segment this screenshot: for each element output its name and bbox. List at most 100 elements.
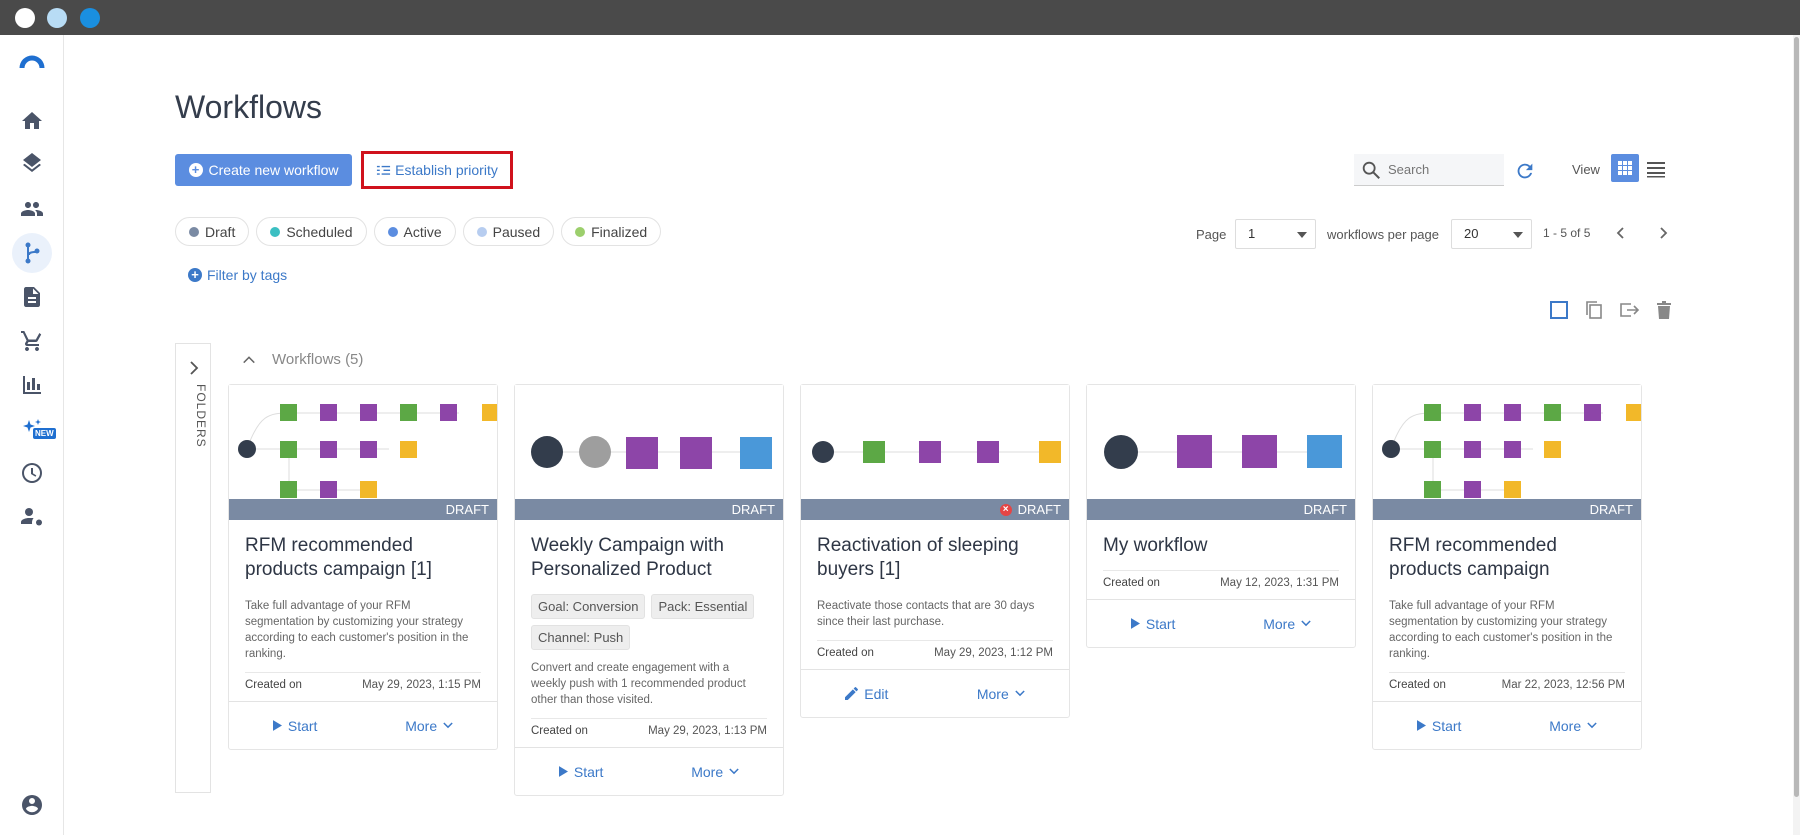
page-select[interactable]: 1	[1235, 219, 1316, 249]
chevron-down-icon	[1015, 690, 1025, 697]
logo-icon[interactable]	[12, 43, 52, 83]
search-input[interactable]	[1388, 162, 1488, 177]
account-icon[interactable]	[12, 785, 52, 825]
filter-draft[interactable]: Draft	[175, 217, 250, 246]
workflow-card[interactable]: DRAFT RFM recommended products campaign …	[228, 384, 498, 750]
page-range: 1 - 5 of 5	[1543, 226, 1591, 240]
tag[interactable]: Goal: Conversion	[531, 594, 646, 619]
folders-panel[interactable]: FOLDERS	[175, 343, 211, 793]
filter-label: Paused	[492, 223, 541, 240]
created-label: Created on	[1103, 577, 1160, 589]
filter-label: Active	[403, 223, 442, 240]
workflow-card[interactable]: DRAFT My workflow Created on May 12, 2023…	[1086, 384, 1356, 648]
establish-priority-label: Establish priority	[395, 162, 498, 178]
page-title: Workflows	[175, 89, 322, 125]
start-button[interactable]: Start	[272, 718, 317, 734]
document-icon[interactable]	[12, 277, 52, 317]
workflow-diagram-image	[238, 404, 497, 498]
created-row: Created on May 29, 2023, 1:15 PM	[245, 672, 481, 701]
card-title[interactable]: RFM recommended products campaign	[1389, 534, 1625, 582]
created-label: Created on	[531, 725, 588, 737]
plus-icon: +	[188, 163, 203, 177]
contacts-icon[interactable]	[12, 189, 52, 229]
more-button[interactable]: More	[1549, 718, 1597, 734]
move-to-folder-icon[interactable]	[1618, 299, 1640, 321]
layers-icon[interactable]	[12, 145, 52, 185]
refresh-icon[interactable]	[1514, 160, 1536, 182]
select-all-checkbox-icon[interactable]	[1548, 299, 1570, 321]
workflow-card[interactable]: × DRAFT Reactivation of sleeping buyers […	[800, 384, 1070, 718]
per-page-label: workflows per page	[1327, 227, 1439, 242]
card-title[interactable]: Reactivation of sleeping buyers [1]	[817, 534, 1053, 582]
workflow-icon[interactable]	[12, 233, 52, 273]
workflow-preview	[1373, 385, 1641, 499]
minimize-window-button[interactable]	[47, 8, 67, 28]
more-button[interactable]: More	[405, 718, 453, 734]
more-label: More	[976, 685, 1009, 702]
workflow-diagram-image	[531, 436, 772, 469]
status-label: DRAFT	[731, 502, 775, 517]
cart-icon[interactable]	[12, 321, 52, 361]
card-title[interactable]: RFM recommended products campaign [1]	[245, 534, 481, 582]
filter-label: Finalized	[591, 223, 648, 240]
filter-finalized[interactable]: Finalized	[561, 217, 662, 246]
created-row: Created on Mar 22, 2023, 12:56 PM	[1389, 672, 1625, 701]
per-page-select[interactable]: 20	[1451, 219, 1532, 249]
filter-scheduled[interactable]: Scheduled	[256, 217, 367, 246]
card-title[interactable]: My workflow	[1103, 534, 1339, 558]
created-date: Mar 22, 2023, 12:56 PM	[1501, 679, 1625, 691]
pencil-icon	[845, 687, 859, 700]
chevron-up-icon	[243, 355, 255, 363]
scrollbar-thumb[interactable]	[1794, 37, 1799, 797]
created-label: Created on	[245, 679, 302, 691]
more-button[interactable]: More	[1263, 616, 1311, 632]
tag[interactable]: Pack: Essential	[651, 594, 755, 619]
grid-view-button[interactable]	[1611, 154, 1639, 182]
workflow-preview	[229, 385, 497, 499]
list-view-icon[interactable]	[1645, 159, 1667, 179]
status-dot-icon	[387, 226, 398, 237]
scrollbar[interactable]	[1793, 35, 1800, 835]
workflow-card[interactable]: DRAFT RFM recommended products campaign …	[1372, 384, 1642, 750]
status-dot-icon	[270, 226, 281, 237]
card-description: Reactivate those contacts that are 30 da…	[817, 600, 1035, 628]
status-dot-icon	[189, 226, 199, 237]
maximize-window-button[interactable]	[80, 8, 100, 28]
action-label: Edit	[864, 685, 889, 702]
home-icon[interactable]	[12, 101, 52, 141]
tag[interactable]: Channel: Push	[531, 625, 631, 650]
chevron-down-icon	[1297, 232, 1307, 238]
create-workflow-button[interactable]: + Create new workflow	[175, 154, 352, 186]
delete-icon[interactable]	[1653, 299, 1675, 321]
more-button[interactable]: More	[977, 686, 1025, 702]
chart-icon[interactable]	[12, 365, 52, 405]
workflows-group-header[interactable]: Workflows (5)	[242, 351, 363, 368]
ai-sparkle-icon[interactable]: NEW	[12, 409, 56, 449]
chevron-down-icon	[729, 768, 739, 775]
action-label: Start	[1145, 615, 1176, 632]
plus-icon: +	[188, 268, 202, 282]
start-button[interactable]: Start	[558, 764, 603, 780]
chevron-right-icon[interactable]	[186, 360, 202, 376]
status-label: DRAFT	[1589, 502, 1633, 517]
more-label: More	[405, 717, 438, 734]
duplicate-icon[interactable]	[1583, 299, 1605, 321]
filter-by-tags-link[interactable]: + Filter by tags	[188, 267, 287, 283]
priority-list-icon	[377, 165, 391, 175]
workflow-card[interactable]: DRAFT Weekly Campaign with Personalized …	[514, 384, 784, 796]
user-settings-icon[interactable]	[12, 497, 52, 537]
card-title[interactable]: Weekly Campaign with Personalized Produc…	[531, 534, 767, 582]
filter-paused[interactable]: Paused	[462, 217, 555, 246]
chevron-left-icon[interactable]	[1612, 224, 1630, 242]
close-window-button[interactable]	[15, 8, 35, 28]
more-button[interactable]: More	[691, 764, 739, 780]
chevron-right-icon[interactable]	[1654, 224, 1672, 242]
dashboard-icon[interactable]	[12, 453, 52, 493]
card-actions: Start More	[515, 747, 783, 795]
edit-button[interactable]: Edit	[845, 686, 888, 702]
establish-priority-button[interactable]: Establish priority	[361, 151, 513, 189]
filter-active[interactable]: Active	[373, 217, 456, 246]
start-button[interactable]: Start	[1130, 615, 1176, 632]
play-icon	[558, 766, 568, 777]
start-button[interactable]: Start	[1416, 718, 1461, 734]
